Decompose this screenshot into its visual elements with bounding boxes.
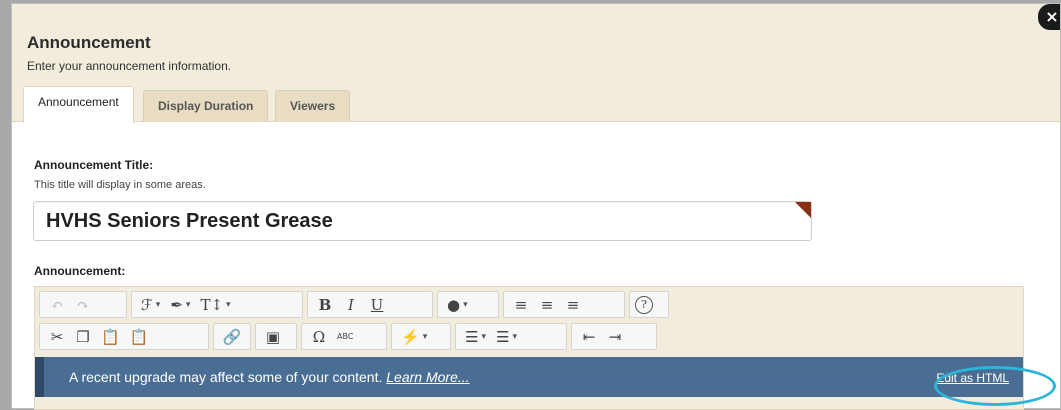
align-group: ≡ ≡ ≡ [503, 291, 625, 318]
numbered-list-icon: ☰ [495, 327, 510, 346]
history-group: ↶ ↷ [39, 291, 127, 318]
paste-icon[interactable]: 📋 [97, 325, 124, 349]
upgrade-notice-banner: A recent upgrade may affect some of your… [35, 357, 1023, 397]
dialog-header: Announcement Enter your announcement inf… [12, 4, 1060, 123]
color-group: ● ▾ [437, 291, 499, 318]
indent-group: ⇤ ⇥ [571, 323, 657, 350]
tab-display-duration[interactable]: Display Duration [143, 90, 269, 122]
redo-icon[interactable]: ↷ [71, 293, 95, 317]
spellcheck-icon[interactable]: ABC [333, 325, 357, 349]
font-size-button[interactable]: T↕ ▾ [196, 293, 234, 317]
chevron-down-icon: ▾ [422, 331, 428, 342]
bullet-list-button[interactable]: ☰ ▾ [461, 325, 490, 349]
chevron-down-icon: ▾ [226, 299, 231, 310]
toolbar-row-2: ✂ ❐ 📋 📋 🔗 ▣ Ω ABC ⚡ ▾ ☰ ▾ ☰ ▾ ⇤ ⇥ [39, 321, 1019, 351]
copy-icon[interactable]: ❐ [71, 325, 95, 349]
help-icon[interactable]: ? [635, 295, 653, 314]
bold-button[interactable]: B [313, 293, 337, 317]
announcement-title-input[interactable]: HVHS Seniors Present Grease [33, 201, 812, 241]
announcement-title-value: HVHS Seniors Present Grease [46, 210, 333, 232]
image-icon[interactable]: ▣ [261, 325, 285, 349]
underline-button[interactable]: U [365, 293, 389, 317]
font-style-button[interactable]: ✒ ▾ [166, 293, 194, 317]
italic-button[interactable]: I [339, 293, 363, 317]
flash-group: ⚡ ▾ [391, 323, 451, 350]
align-center-icon[interactable]: ≡ [535, 293, 559, 317]
announcement-title-help: This title will display in some areas. [34, 179, 206, 191]
tab-viewers[interactable]: Viewers [275, 90, 351, 122]
highlight-circle [934, 366, 1056, 406]
insert-group: Ω ABC [301, 323, 387, 350]
special-character-icon[interactable]: Ω [307, 325, 331, 349]
outdent-icon[interactable]: ⇤ [577, 325, 601, 349]
rich-text-editor: ↶ ↷ ℱ ▾ ✒ ▾ T↕ ▾ B I U ● ▾ ≡ ≡ ≡ ? ✂ ❐ 📋… [34, 286, 1024, 410]
upgrade-notice-text: A recent upgrade may affect some of your… [69, 369, 470, 385]
chevron-down-icon: ▾ [155, 299, 161, 310]
font-family-button[interactable]: ℱ ▾ [137, 293, 164, 317]
brush-icon: ✒ [170, 295, 183, 314]
announcement-title-label: Announcement Title: [34, 158, 154, 172]
toolbar-row-1: ↶ ↷ ℱ ▾ ✒ ▾ T↕ ▾ B I U ● ▾ ≡ ≡ ≡ ? [39, 289, 1019, 319]
text-color-button[interactable]: ● ▾ [443, 293, 472, 317]
list-group: ☰ ▾ ☰ ▾ [455, 323, 567, 350]
image-group: ▣ [255, 323, 297, 350]
numbered-list-button[interactable]: ☰ ▾ [492, 325, 521, 349]
clipboard-group: ✂ ❐ 📋 📋 [39, 323, 209, 350]
chevron-down-icon: ▾ [185, 299, 191, 310]
font-icon: ℱ [141, 295, 153, 314]
bullet-list-icon: ☰ [465, 327, 479, 346]
help-group: ? [629, 291, 669, 318]
text-size-icon: T↕ [200, 295, 224, 314]
indent-icon[interactable]: ⇥ [603, 325, 627, 349]
droplet-icon: ● [447, 295, 461, 314]
link-group: 🔗 [213, 323, 251, 350]
notice-message: A recent upgrade may affect some of your… [69, 369, 383, 385]
undo-icon[interactable]: ↶ [45, 293, 69, 317]
close-icon[interactable]: × [1038, 4, 1060, 30]
announcement-dialog: Announcement Enter your announcement inf… [11, 3, 1061, 410]
corner-flag-icon [795, 202, 811, 218]
align-left-icon[interactable]: ≡ [509, 293, 533, 317]
dialog-subtitle: Enter your announcement information. [27, 59, 232, 73]
link-icon[interactable]: 🔗 [219, 325, 245, 349]
learn-more-link[interactable]: Learn More... [386, 369, 469, 385]
font-group: ℱ ▾ ✒ ▾ T↕ ▾ [131, 291, 303, 318]
chevron-down-icon: ▾ [481, 331, 486, 342]
cut-icon[interactable]: ✂ [45, 325, 69, 349]
tab-announcement[interactable]: Announcement [23, 86, 134, 123]
flash-button[interactable]: ⚡ ▾ [397, 325, 431, 349]
chevron-down-icon: ▾ [512, 331, 517, 342]
lightning-icon: ⚡ [401, 327, 420, 346]
format-group: B I U [307, 291, 433, 318]
dialog-title: Announcement [27, 33, 151, 52]
paste-text-icon[interactable]: 📋 [126, 325, 153, 349]
align-right-icon[interactable]: ≡ [561, 293, 585, 317]
chevron-down-icon: ▾ [463, 299, 468, 310]
announcement-body-label: Announcement: [34, 264, 126, 278]
